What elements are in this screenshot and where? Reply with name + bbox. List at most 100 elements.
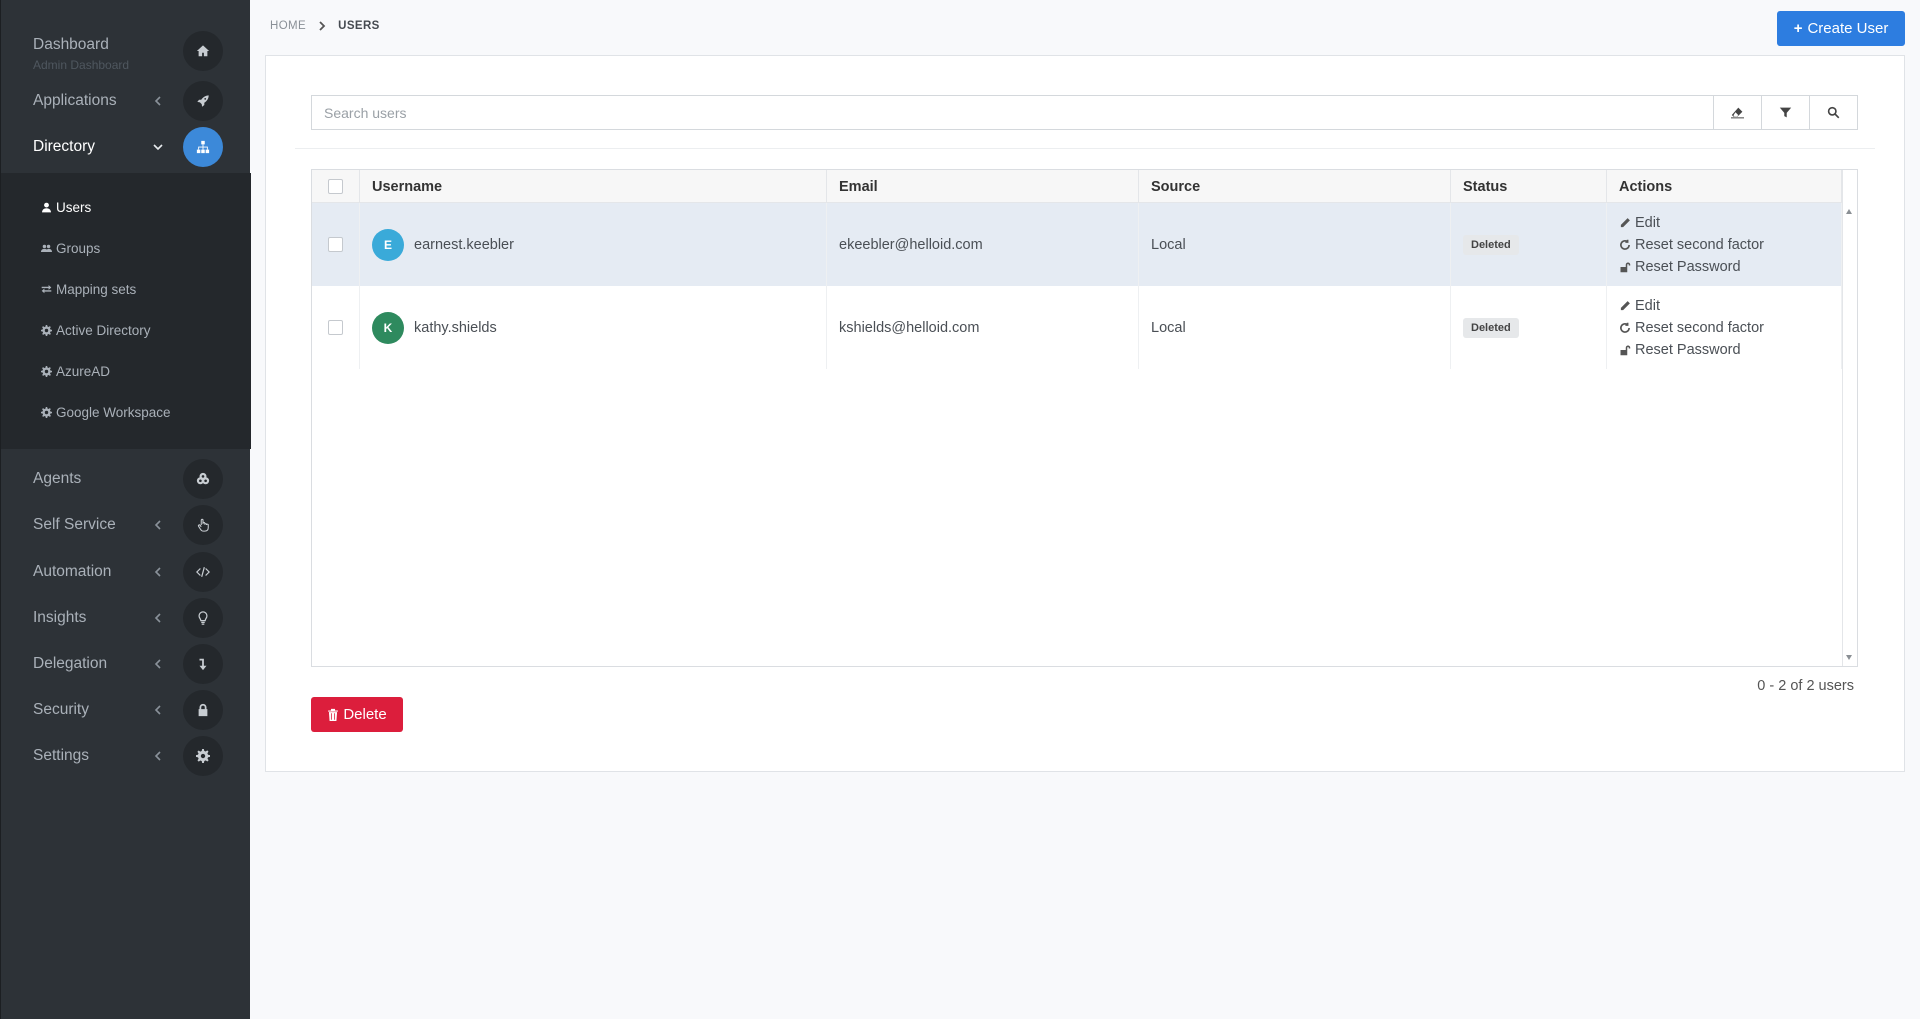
clear-search-button[interactable] bbox=[1713, 96, 1761, 129]
trash-icon bbox=[328, 708, 339, 721]
filter-button[interactable] bbox=[1761, 96, 1809, 129]
subnav-azuread[interactable]: AzureAD bbox=[41, 359, 110, 383]
row-checkbox[interactable] bbox=[328, 320, 343, 335]
status-badge: Deleted bbox=[1463, 317, 1519, 338]
row-select-cell bbox=[312, 203, 360, 286]
chevron-left-icon bbox=[151, 703, 165, 717]
nav-dashboard[interactable]: Dashboard Admin Dashboard bbox=[1, 28, 251, 74]
search-bar bbox=[311, 95, 1858, 130]
subnav-groups-label: Groups bbox=[56, 240, 101, 256]
cog-icon bbox=[41, 406, 52, 418]
cogs-icon bbox=[183, 459, 223, 499]
subnav-mapping-sets[interactable]: Mapping sets bbox=[41, 277, 136, 301]
row-select-cell bbox=[312, 286, 360, 369]
vertical-scrollbar[interactable] bbox=[1842, 203, 1857, 666]
column-email[interactable]: Email bbox=[827, 170, 1139, 203]
refresh-icon bbox=[1620, 239, 1630, 250]
breadcrumb: HOME USERS bbox=[270, 20, 380, 32]
actions-cell: Edit Reset second factor Reset Password bbox=[1607, 286, 1842, 369]
nav-delegation[interactable]: Delegation bbox=[1, 641, 251, 687]
reset-password-action[interactable]: Reset Password bbox=[1619, 339, 1741, 361]
subnav-groups[interactable]: Groups bbox=[41, 236, 100, 260]
table-row[interactable]: E earnest.keebler ekeebler@helloid.com L… bbox=[312, 203, 1842, 286]
username: earnest.keebler bbox=[414, 236, 514, 253]
lightbulb-icon bbox=[183, 598, 223, 638]
reset-second-factor-action[interactable]: Reset second factor bbox=[1619, 234, 1764, 256]
nav-security-label: Security bbox=[33, 701, 89, 718]
breadcrumb-home[interactable]: HOME bbox=[270, 20, 306, 32]
chevron-left-icon bbox=[151, 657, 165, 671]
subnav-users-label: Users bbox=[56, 199, 92, 215]
chevron-left-icon bbox=[151, 94, 165, 108]
users-icon bbox=[41, 244, 52, 252]
edit-action[interactable]: Edit bbox=[1619, 295, 1660, 317]
email-cell: ekeebler@helloid.com bbox=[827, 203, 1139, 286]
nav-automation[interactable]: Automation bbox=[1, 549, 251, 595]
status-cell: Deleted bbox=[1451, 203, 1607, 286]
subnav-active-directory-label: Active Directory bbox=[56, 322, 151, 338]
source-cell: Local bbox=[1139, 286, 1451, 369]
nav-self-service[interactable]: Self Service bbox=[1, 502, 251, 548]
delete-label: Delete bbox=[343, 706, 387, 723]
plus-icon: + bbox=[1793, 20, 1803, 37]
select-all-checkbox[interactable] bbox=[328, 179, 343, 194]
home-icon bbox=[183, 31, 223, 71]
search-input[interactable] bbox=[312, 96, 1713, 129]
unlock-icon bbox=[1620, 262, 1631, 272]
sitemap-icon bbox=[183, 127, 223, 167]
subnav-google-workspace[interactable]: Google Workspace bbox=[41, 400, 171, 424]
pencil-icon bbox=[1620, 217, 1630, 227]
scroll-down-icon[interactable] bbox=[1846, 655, 1852, 660]
source-cell: Local bbox=[1139, 203, 1451, 286]
email-cell: kshields@helloid.com bbox=[827, 286, 1139, 369]
edit-label: Edit bbox=[1635, 214, 1660, 231]
username-cell: K kathy.shields bbox=[360, 286, 827, 369]
nav-security[interactable]: Security bbox=[1, 687, 251, 733]
nav-directory[interactable]: Directory bbox=[1, 124, 251, 170]
username: kathy.shields bbox=[414, 319, 497, 336]
subnav-mapping-sets-label: Mapping sets bbox=[56, 281, 137, 297]
avatar: K bbox=[372, 311, 404, 344]
chevron-left-icon bbox=[151, 749, 165, 763]
nav-agents[interactable]: Agents bbox=[1, 456, 251, 502]
create-user-label: Create User bbox=[1807, 20, 1889, 37]
nav-insights-label: Insights bbox=[33, 609, 87, 626]
reset-password-action[interactable]: Reset Password bbox=[1619, 256, 1741, 278]
column-actions: Actions bbox=[1607, 170, 1842, 203]
chevron-right-icon bbox=[318, 21, 326, 31]
delete-button[interactable]: Delete bbox=[311, 697, 403, 732]
nav-applications[interactable]: Applications bbox=[1, 78, 251, 124]
subnav-active-directory[interactable]: Active Directory bbox=[41, 318, 151, 342]
subnav-users[interactable]: Users bbox=[41, 195, 91, 219]
lock-icon bbox=[183, 690, 223, 730]
table-header: Username Email Source Status Actions bbox=[312, 170, 1842, 203]
table-row[interactable]: K kathy.shields kshields@helloid.com Loc… bbox=[312, 286, 1842, 369]
nav-directory-label: Directory bbox=[33, 138, 96, 155]
column-status[interactable]: Status bbox=[1451, 170, 1607, 203]
search-button[interactable] bbox=[1809, 96, 1857, 129]
scroll-up-icon[interactable] bbox=[1846, 209, 1852, 214]
row-checkbox[interactable] bbox=[328, 237, 343, 252]
create-user-button[interactable]: + Create User bbox=[1777, 11, 1905, 46]
reset-second-factor-action[interactable]: Reset second factor bbox=[1619, 317, 1764, 339]
reset-second-factor-label: Reset second factor bbox=[1635, 236, 1764, 253]
nav-settings[interactable]: Settings bbox=[1, 733, 251, 779]
actions-cell: Edit Reset second factor Reset Password bbox=[1607, 203, 1842, 286]
subnav-azuread-label: AzureAD bbox=[56, 363, 111, 379]
chevron-down-icon bbox=[151, 140, 165, 154]
filter-icon bbox=[1779, 107, 1792, 118]
cog-icon bbox=[41, 324, 52, 336]
column-username[interactable]: Username bbox=[360, 170, 827, 203]
column-source[interactable]: Source bbox=[1139, 170, 1451, 203]
chevron-left-icon bbox=[151, 518, 165, 532]
chevron-left-icon bbox=[151, 565, 165, 579]
cog-icon bbox=[41, 365, 52, 377]
status-badge: Deleted bbox=[1463, 234, 1519, 255]
user-icon bbox=[42, 202, 51, 212]
subnav-google-workspace-label: Google Workspace bbox=[56, 404, 171, 420]
reset-password-label: Reset Password bbox=[1635, 258, 1741, 275]
nav-insights[interactable]: Insights bbox=[1, 595, 251, 641]
pagination-summary: 0 - 2 of 2 users bbox=[1757, 678, 1854, 694]
username-cell: E earnest.keebler bbox=[360, 203, 827, 286]
edit-action[interactable]: Edit bbox=[1619, 212, 1660, 234]
